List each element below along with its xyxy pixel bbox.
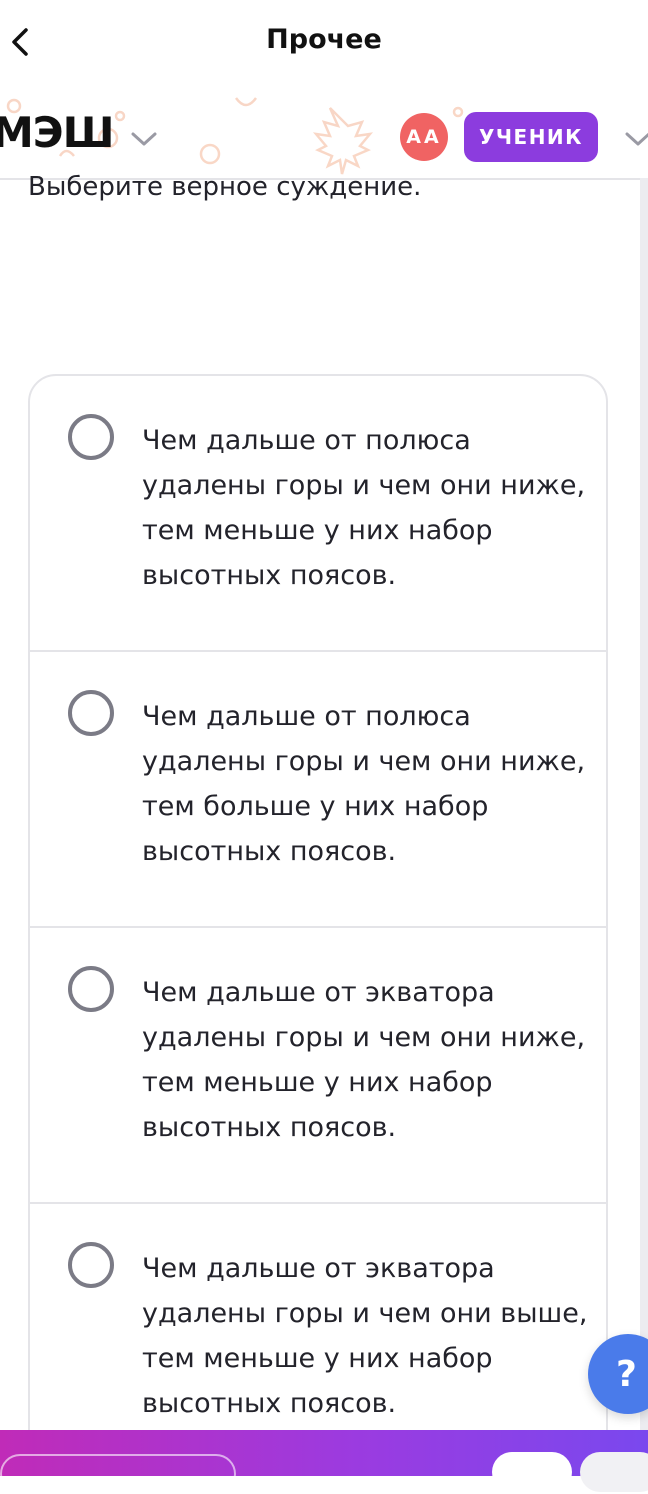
radio-button[interactable] bbox=[68, 690, 114, 736]
answer-option[interactable]: Чем дальше от экватора удалены горы и че… bbox=[30, 1204, 606, 1456]
user-avatar[interactable]: АА bbox=[400, 113, 448, 161]
bottom-action-bar bbox=[0, 1430, 648, 1494]
top-nav-bar: Прочее bbox=[0, 0, 648, 86]
profile-menu-button[interactable] bbox=[622, 126, 648, 150]
chevron-down-icon bbox=[131, 132, 157, 146]
scrollbar[interactable] bbox=[640, 178, 648, 1430]
question-prompt: Выберите верное суждение. bbox=[28, 172, 422, 202]
help-icon: ? bbox=[616, 1353, 637, 1395]
answer-option[interactable]: Чем дальше от полюса удалены горы и чем … bbox=[30, 652, 606, 928]
page-title: Прочее bbox=[266, 24, 382, 55]
footer-button[interactable] bbox=[580, 1452, 648, 1492]
answer-options-list: Чем дальше от полюса удалены горы и чем … bbox=[28, 374, 608, 1458]
role-badge[interactable]: УЧЕНИК bbox=[464, 112, 598, 162]
answer-option-text: Чем дальше от экватора удалены горы и че… bbox=[142, 1253, 588, 1419]
answer-option-text: Чем дальше от полюса удалены горы и чем … bbox=[142, 701, 586, 867]
radio-button[interactable] bbox=[68, 414, 114, 460]
radio-button[interactable] bbox=[68, 1242, 114, 1288]
app-switcher-button[interactable] bbox=[128, 126, 160, 150]
footer-secondary-button[interactable] bbox=[0, 1454, 236, 1494]
chevron-down-icon bbox=[625, 132, 648, 146]
answer-option-text: Чем дальше от полюса удалены горы и чем … bbox=[142, 425, 586, 591]
answer-option[interactable]: Чем дальше от полюса удалены горы и чем … bbox=[30, 376, 606, 652]
answer-option[interactable]: Чем дальше от экватора удалены горы и че… bbox=[30, 928, 606, 1204]
mesh-logo[interactable]: МЭШ bbox=[0, 108, 115, 157]
app-header: МЭШ АА УЧЕНИК bbox=[0, 86, 648, 180]
footer-button[interactable] bbox=[492, 1452, 572, 1492]
radio-button[interactable] bbox=[68, 966, 114, 1012]
answer-option-text: Чем дальше от экватора удалены горы и че… bbox=[142, 977, 586, 1143]
